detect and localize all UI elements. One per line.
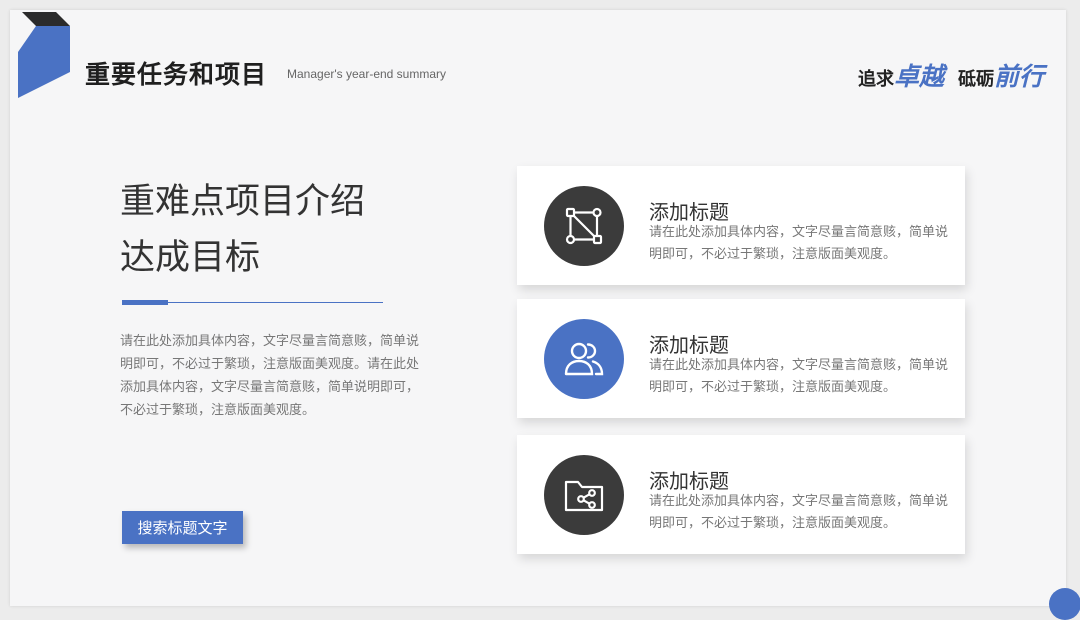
card-description: 请在此处添加具体内容，文字尽量言简意赅，简单说明即可，不必过于繁琐，注意版面美观… <box>649 494 949 531</box>
card-icon-circle <box>544 319 624 399</box>
card-title: 添加标题 <box>649 333 729 357</box>
divider-accent <box>122 300 168 305</box>
section-heading-line1: 重难点项目介绍 <box>120 182 366 222</box>
logo-ribbon-icon <box>18 12 70 98</box>
page-title: 重要任务和项目 <box>85 60 268 89</box>
card-title: 添加标题 <box>649 469 729 493</box>
card-description: 请在此处添加具体内容，文字尽量言简意赅，简单说明即可，不必过于繁琐，注意版面美观… <box>649 358 949 395</box>
corner-decoration <box>1049 588 1080 620</box>
page-subtitle: Manager's year-end summary <box>287 67 447 81</box>
section-heading-line2: 达成目标 <box>120 238 261 278</box>
users-icon <box>564 342 604 376</box>
slogan-accent-word: 前行 <box>993 62 1044 91</box>
slogan-word: 砥砺 <box>957 69 994 90</box>
card-description: 请在此处添加具体内容，文字尽量言简意赅，简单说明即可，不必过于繁琐，注意版面美观… <box>649 225 949 262</box>
section-heading: 重难点项目介绍 达成目标 <box>120 174 365 286</box>
card-title: 添加标题 <box>649 200 729 224</box>
info-card: 添加标题 请在此处添加具体内容，文字尽量言简意赅，简单说明即可，不必过于繁琐，注… <box>517 166 965 285</box>
slogan-word: 追求 <box>857 69 894 90</box>
search-title-button[interactable]: 搜索标题文字 <box>122 511 243 544</box>
folder-share-icon <box>564 480 604 512</box>
intro-paragraph: 请在此处添加具体内容，文字尽量言简意赅，简单说明即可，不必过于繁琐，注意版面美观… <box>120 334 420 418</box>
node-graph-icon <box>565 207 603 245</box>
info-card: 添加标题 请在此处添加具体内容，文字尽量言简意赅，简单说明即可，不必过于繁琐，注… <box>517 435 965 554</box>
card-icon-circle <box>544 186 624 266</box>
slogan-accent-word: 卓越 <box>893 62 944 91</box>
card-icon-circle <box>544 455 624 535</box>
info-card: 添加标题 请在此处添加具体内容，文字尽量言简意赅，简单说明即可，不必过于繁琐，注… <box>517 299 965 418</box>
slogan: 追求 卓越 砥砺 前行 <box>858 57 1044 93</box>
